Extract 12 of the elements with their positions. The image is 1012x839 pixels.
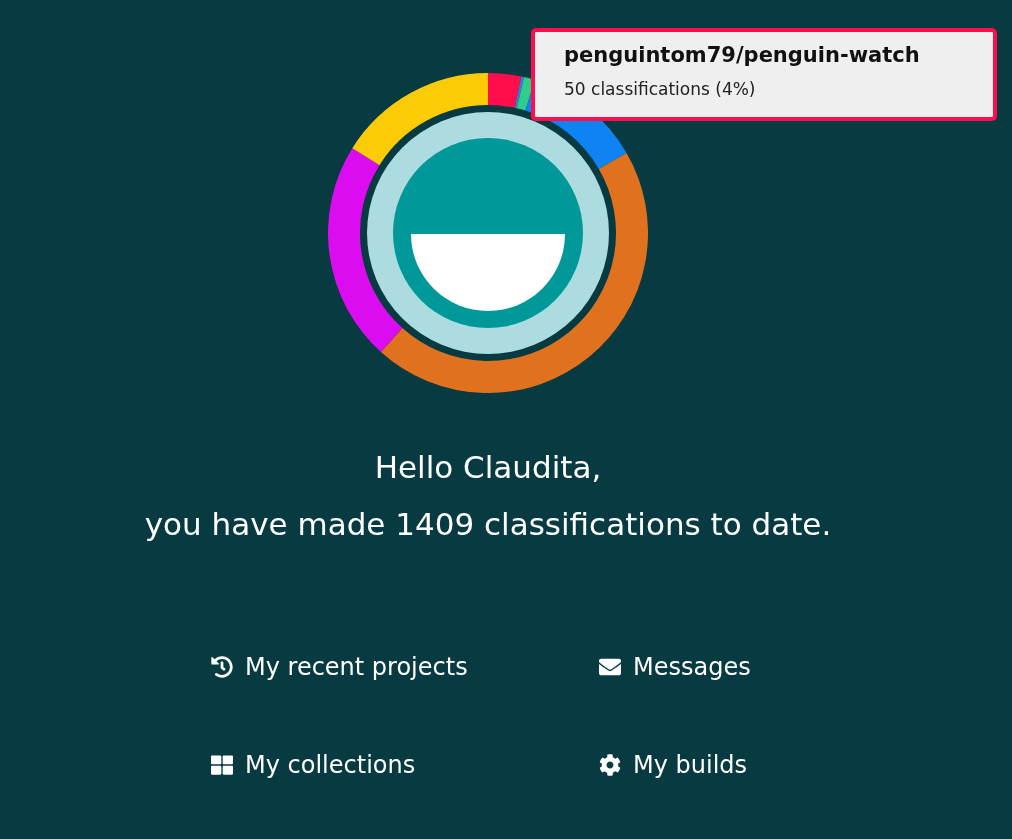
greeting-text: you have made 1409 classifications to date. (144, 505, 832, 544)
tooltip-detail: 50 classifications (4%) (564, 79, 756, 99)
envelope-icon (599, 656, 621, 678)
nav-link[interactable]: My collections (211, 745, 416, 785)
tooltip-title: penguintom79/penguin-watch (564, 43, 920, 67)
nav-link[interactable]: My recent projects (211, 647, 468, 687)
nav-link[interactable]: My builds (599, 745, 748, 785)
settings-icon (599, 754, 621, 776)
grid-icon (211, 754, 233, 776)
greeting-text: Hello Claudita, (374, 448, 602, 487)
nav-link[interactable]: Messages (599, 647, 751, 687)
history-icon (211, 656, 233, 678)
